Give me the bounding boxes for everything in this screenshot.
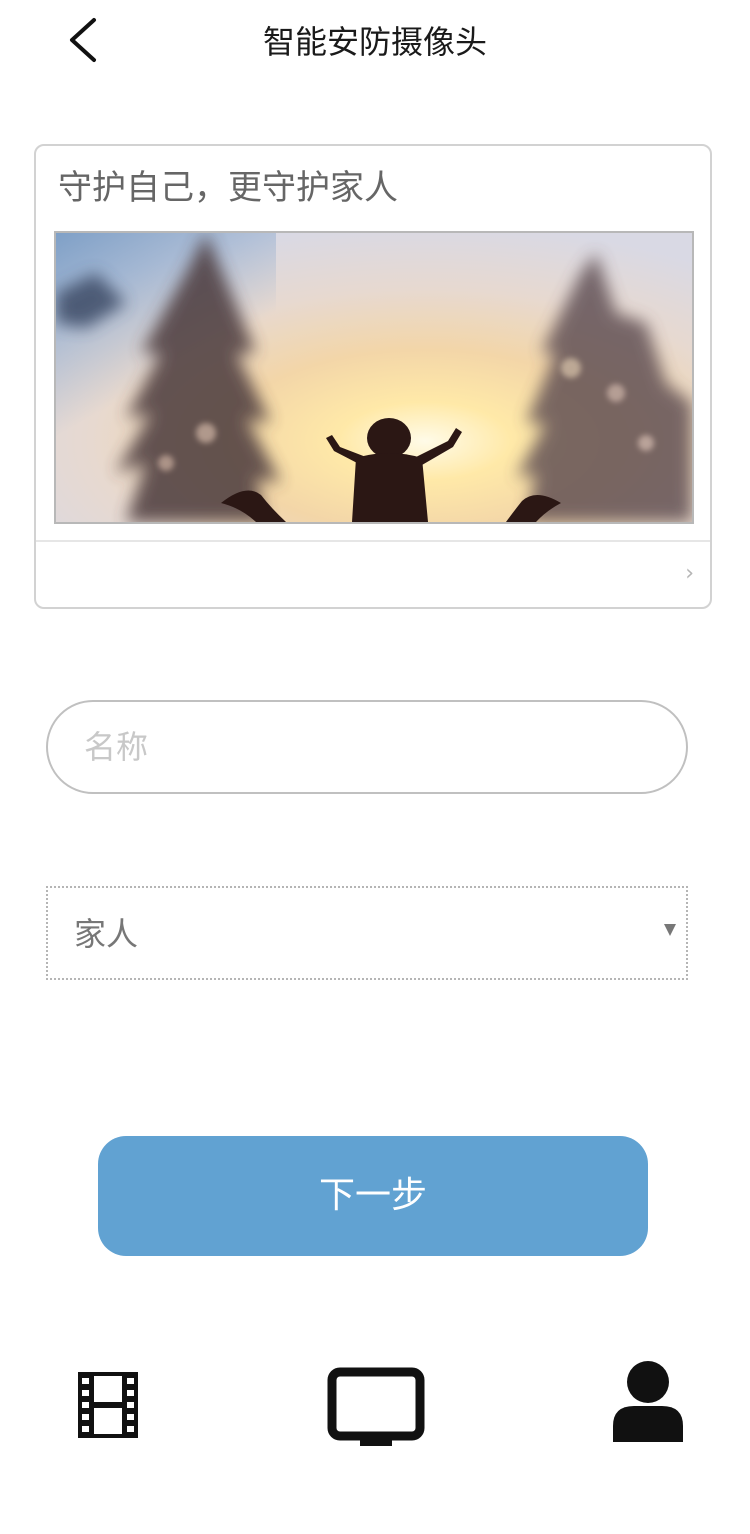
chevron-right-icon: › <box>685 561 694 586</box>
nav-tv[interactable] <box>326 1366 426 1450</box>
group-select-value: 家人 <box>74 915 139 953</box>
film-icon <box>78 1372 138 1438</box>
caret-down-icon <box>664 924 676 936</box>
sunlight-photo <box>56 233 692 522</box>
page-title: 智能安防摄像头 <box>262 23 487 61</box>
user-icon <box>613 1361 683 1442</box>
group-select[interactable]: 家人 <box>46 886 688 980</box>
card-heading: 守护自己，更守护家人 <box>58 168 398 208</box>
promo-card: 守护自己，更守护家人 › <box>34 144 712 609</box>
tv-icon <box>327 1367 425 1446</box>
top-bar: 智能安防摄像头 <box>0 0 750 88</box>
nav-film[interactable] <box>76 1370 140 1440</box>
bottom-nav <box>0 1340 750 1470</box>
nav-user[interactable] <box>610 1360 686 1444</box>
card-link-row[interactable]: › <box>36 542 710 607</box>
next-button[interactable]: 下一步 <box>98 1136 648 1256</box>
promo-image <box>54 231 694 524</box>
name-input[interactable] <box>46 700 688 794</box>
